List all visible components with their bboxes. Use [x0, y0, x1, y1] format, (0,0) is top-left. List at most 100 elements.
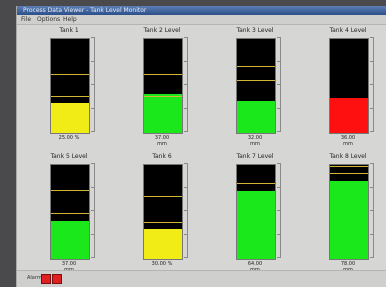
level-bar — [50, 38, 90, 134]
level-fill — [330, 180, 368, 259]
level-bar — [329, 164, 369, 260]
limit-line — [51, 190, 89, 192]
limit-line — [51, 96, 89, 98]
tank-title: Tank 4 Level — [329, 27, 367, 34]
scale-tick — [184, 107, 188, 109]
status-bar: Alarm — [17, 270, 386, 287]
tank-title: Tank 3 Level — [236, 27, 274, 34]
scale-tick — [277, 84, 281, 85]
window-title: Process Data Viewer - Tank Level Monitor — [23, 7, 147, 14]
alarm-led-icon — [52, 274, 62, 284]
scale-tick — [370, 257, 374, 258]
scale-tick — [184, 257, 188, 258]
level-bar — [329, 38, 369, 134]
level-fill — [330, 98, 368, 133]
tank-value: 25.00 % — [58, 135, 80, 141]
scale-tick — [91, 60, 95, 62]
level-scale — [91, 163, 95, 258]
level-bar — [50, 164, 90, 260]
menu-help[interactable]: Help — [63, 15, 77, 24]
tank-panel: Tank 5 Level37.00mm — [30, 153, 108, 275]
scale-tick — [370, 210, 374, 211]
level-fill — [51, 102, 89, 133]
level-scale — [184, 163, 188, 258]
status-label: Alarm — [27, 275, 42, 281]
limit-line — [237, 80, 275, 82]
level-scale — [277, 163, 281, 258]
level-fill — [51, 221, 89, 259]
scale-tick — [91, 257, 95, 258]
scale-tick — [277, 233, 281, 235]
scale-tick — [184, 60, 188, 62]
scale-tick — [277, 163, 281, 164]
scale-tick — [184, 210, 188, 211]
scale-tick — [370, 60, 374, 62]
scale-tick — [91, 233, 95, 235]
tank-value: 30.00 % — [151, 261, 173, 267]
tank-panel: Tank 6 30.00 % — [123, 153, 201, 275]
scale-tick — [277, 37, 281, 38]
tank-title: Tank 5 Level — [50, 153, 88, 160]
menu-bar: File Options Help — [17, 15, 386, 25]
scale-tick — [91, 210, 95, 211]
tank-title: Tank 6 — [152, 153, 172, 160]
tank-title: Tank 8 Level — [329, 153, 367, 160]
scale-tick — [184, 37, 188, 38]
scale-tick — [277, 60, 281, 62]
tank-title: Tank 1 — [59, 27, 79, 34]
level-scale — [184, 37, 188, 132]
scale-tick — [277, 257, 281, 258]
tank-panel: Tank 8 Level78.00mm — [309, 153, 386, 275]
scale-tick — [91, 84, 95, 85]
scale-tick — [91, 37, 95, 38]
scale-tick — [370, 163, 374, 164]
limit-line — [144, 222, 182, 224]
tank-title: Tank 2 Level — [143, 27, 181, 34]
level-fill — [144, 93, 182, 133]
menu-file[interactable]: File — [21, 15, 31, 24]
level-bar — [236, 38, 276, 134]
limit-line — [51, 212, 89, 214]
scale-tick — [184, 186, 188, 188]
scale-tick — [91, 186, 95, 188]
tank-panel: Tank 7 Level64.00mm — [216, 153, 294, 275]
tank-panel: Tank 2 Level 37.00 mm — [123, 27, 201, 149]
tank-title: Tank 7 Level — [236, 153, 274, 160]
scale-tick — [184, 233, 188, 235]
app-window: Process Data Viewer - Tank Level Monitor… — [16, 6, 386, 287]
scale-tick — [277, 210, 281, 211]
limit-line — [237, 66, 275, 68]
level-scale — [370, 37, 374, 132]
level-scale — [277, 37, 281, 132]
level-scale — [91, 37, 95, 132]
level-scale — [370, 163, 374, 258]
level-fill — [237, 191, 275, 259]
limit-line — [330, 173, 368, 175]
title-bar: Process Data Viewer - Tank Level Monitor — [17, 6, 386, 15]
scale-tick — [277, 131, 281, 132]
scale-tick — [370, 107, 374, 109]
scale-tick — [370, 84, 374, 85]
scale-tick — [184, 131, 188, 132]
tank-panel: Tank 4 Level 36.00 mm — [309, 27, 386, 149]
scale-tick — [370, 186, 374, 188]
menu-options[interactable]: Options — [37, 15, 60, 24]
alarm-led-icon — [41, 274, 51, 284]
level-bar — [236, 164, 276, 260]
scale-tick — [277, 107, 281, 109]
tank-panel: Tank 3 Level 32.00 mm — [216, 27, 294, 149]
limit-line — [237, 182, 275, 184]
scale-tick — [277, 186, 281, 188]
limit-line — [51, 73, 89, 75]
scale-tick — [91, 131, 95, 132]
limit-line — [144, 73, 182, 75]
tank-unit: mm — [157, 141, 167, 147]
scale-tick — [370, 37, 374, 38]
scale-tick — [370, 131, 374, 132]
limit-line — [144, 96, 182, 98]
tank-unit: mm — [343, 141, 353, 147]
tank-unit: mm — [250, 141, 260, 147]
level-fill — [237, 101, 275, 133]
scale-tick — [184, 84, 188, 85]
scale-tick — [184, 163, 188, 164]
